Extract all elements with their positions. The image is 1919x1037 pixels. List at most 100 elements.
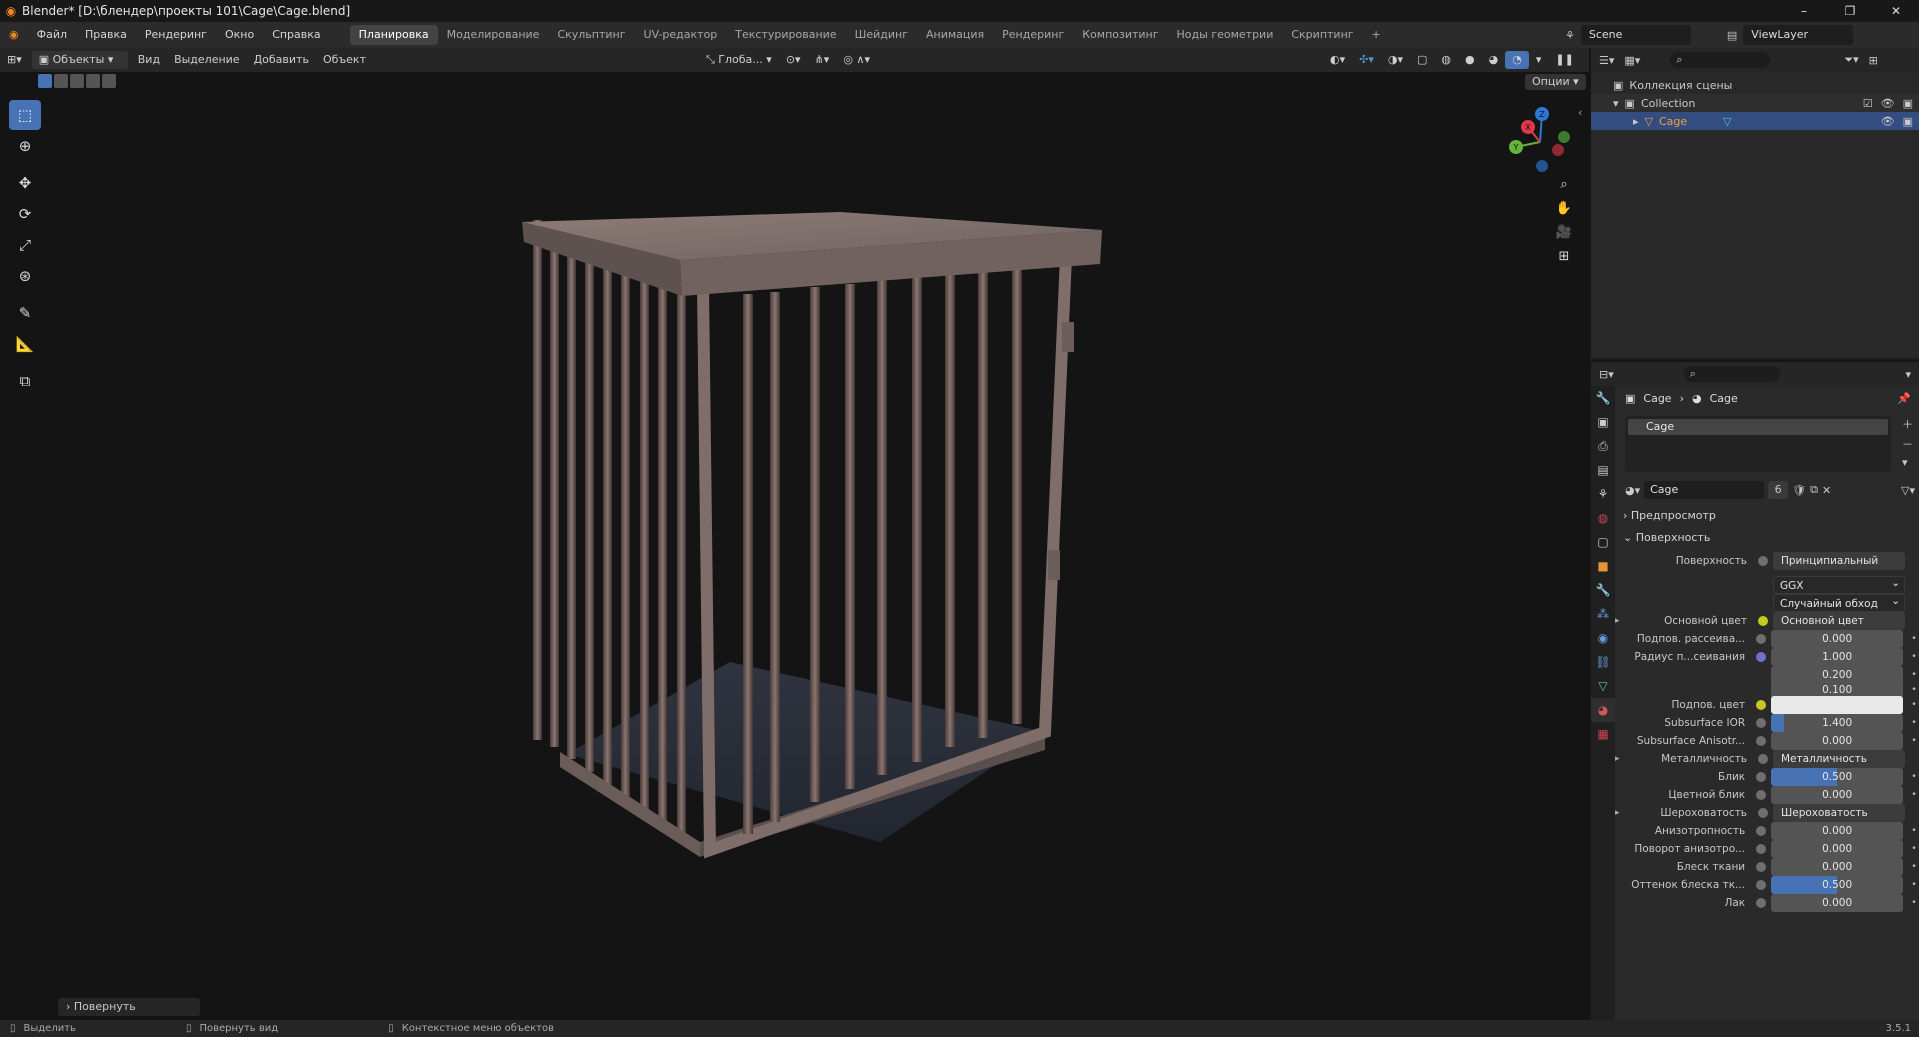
menu-render[interactable]: Рендеринг: [136, 22, 216, 48]
tab-texture-paint[interactable]: Текстурирование: [726, 25, 845, 45]
tab-compositing[interactable]: Композитинг: [1073, 25, 1167, 45]
scene-tab-icon[interactable]: ⚘: [1591, 482, 1615, 506]
camera-view-icon[interactable]: 🎥: [1552, 220, 1576, 244]
socket-link-icon[interactable]: [1758, 754, 1768, 764]
ortho-toggle-icon[interactable]: ⊞: [1552, 244, 1576, 268]
add-workspace-button[interactable]: +: [1363, 25, 1390, 45]
properties-options-icon[interactable]: ▾: [1905, 368, 1911, 381]
material-slot-item[interactable]: Cage: [1628, 419, 1888, 435]
socket-link-icon[interactable]: [1756, 862, 1767, 872]
tab-modeling[interactable]: Моделирование: [438, 25, 549, 45]
minimize-button[interactable]: –: [1781, 0, 1827, 22]
camera-icon[interactable]: ▣: [1903, 97, 1913, 110]
tab-sculpting[interactable]: Скульптинг: [548, 25, 634, 45]
keyframe-dot-icon[interactable]: •: [1909, 790, 1919, 800]
filter-icon[interactable]: ⏷▾: [1844, 53, 1858, 67]
menu-view[interactable]: Вид: [131, 51, 167, 69]
rotate-icon[interactable]: ⟳: [9, 199, 41, 229]
duplicate-material-icon[interactable]: ⧉: [1810, 483, 1818, 497]
modifier-tab-icon[interactable]: 🔧: [1591, 578, 1615, 602]
shading-solid-icon[interactable]: ●: [1458, 51, 1482, 69]
gizmo-toggle-icon[interactable]: ✣▾: [1352, 51, 1381, 69]
orientation-dropdown[interactable]: ⤡ Глоба... ▾: [699, 51, 779, 69]
navigation-gizmo[interactable]: Z Y X: [1500, 102, 1580, 182]
socket-link-icon[interactable]: [1756, 898, 1767, 908]
zoom-icon[interactable]: ⌕: [1552, 172, 1576, 196]
tab-scripting[interactable]: Скриптинг: [1282, 25, 1362, 45]
outliner-row-cage[interactable]: ▸ ▽ Cage ▽ 👁 ▣: [1591, 112, 1919, 130]
preview-section[interactable]: › Предпросмотр: [1623, 506, 1716, 526]
tab-animation[interactable]: Анимация: [917, 25, 993, 45]
material-name-field[interactable]: Cage: [1644, 481, 1765, 499]
gizmo-neg-z-axis[interactable]: [1536, 160, 1548, 172]
tab-geometry-nodes[interactable]: Ноды геометрии: [1168, 25, 1283, 45]
socket-link-icon[interactable]: [1756, 772, 1767, 782]
expand-socket-icon[interactable]: ▸: [1615, 754, 1625, 764]
measure-icon[interactable]: 📐: [9, 329, 41, 359]
camera-icon[interactable]: ▣: [1903, 115, 1913, 128]
tab-uv-editing[interactable]: UV-редактор: [635, 25, 727, 45]
editor-type-icon[interactable]: ⊞▾: [0, 51, 29, 69]
shading-options-icon[interactable]: ▾: [1529, 51, 1549, 69]
maximize-button[interactable]: ❐: [1827, 0, 1873, 22]
outliner-row-scene-collection[interactable]: ▣ Коллекция сцены: [1591, 76, 1919, 94]
linked-socket-field[interactable]: Принципиальный BSDF: [1773, 552, 1905, 570]
keyframe-dot-icon[interactable]: •: [1909, 898, 1919, 908]
slot-menu-icon[interactable]: ▾: [1902, 456, 1913, 469]
particles-tab-icon[interactable]: ⁂: [1591, 602, 1615, 626]
keyframe-dot-icon[interactable]: •: [1909, 862, 1919, 872]
keyframe-dot-icon[interactable]: •: [1909, 844, 1919, 854]
blender-menu-icon[interactable]: ◉: [0, 22, 28, 48]
menu-help[interactable]: Справка: [263, 22, 329, 48]
keyframe-dot-icon[interactable]: •: [1909, 634, 1919, 644]
chevron-right-icon[interactable]: ▸: [1633, 115, 1639, 128]
sidebar-toggle-icon[interactable]: ‹: [1578, 106, 1582, 119]
socket-link-icon[interactable]: [1756, 634, 1767, 644]
menu-select[interactable]: Выделение: [167, 51, 247, 69]
select-box-icon[interactable]: ⬚: [9, 100, 41, 130]
material-tab-icon[interactable]: ◕: [1591, 698, 1615, 722]
texture-tab-icon[interactable]: ▦: [1591, 722, 1615, 746]
menu-window[interactable]: Окно: [216, 22, 263, 48]
shading-rendered-icon[interactable]: ◔: [1505, 51, 1529, 69]
menu-file[interactable]: Файл: [28, 22, 76, 48]
socket-link-icon[interactable]: [1756, 652, 1767, 662]
menu-object[interactable]: Объект: [316, 51, 373, 69]
tab-shading[interactable]: Шейдинг: [846, 25, 917, 45]
xray-toggle-icon[interactable]: ▢: [1410, 51, 1434, 69]
keyframe-dot-icon[interactable]: •: [1909, 700, 1919, 710]
socket-link-icon[interactable]: [1756, 736, 1767, 746]
keyframe-dot-icon[interactable]: •: [1909, 736, 1919, 746]
scale-icon[interactable]: ⤢: [9, 230, 41, 260]
pivot-icon[interactable]: ⊙▾: [779, 51, 808, 69]
socket-link-icon[interactable]: [1758, 808, 1768, 818]
unlink-material-icon[interactable]: ✕: [1822, 484, 1831, 497]
surface-section[interactable]: ⌄ Поверхность: [1623, 528, 1710, 548]
constraints-tab-icon[interactable]: ⛓: [1591, 650, 1615, 674]
cursor-icon[interactable]: ⊕: [9, 131, 41, 161]
number-field[interactable]: 0.000: [1771, 894, 1904, 912]
tab-rendering[interactable]: Рендеринг: [993, 25, 1073, 45]
outliner-editor-type-icon[interactable]: ☰▾: [1599, 54, 1614, 67]
world-tab-icon[interactable]: ◍: [1591, 506, 1615, 530]
menu-edit[interactable]: Правка: [76, 22, 136, 48]
keyframe-dot-icon[interactable]: •: [1909, 652, 1919, 662]
close-button[interactable]: ✕: [1873, 0, 1919, 22]
overlay-toggle-icon[interactable]: ◑▾: [1381, 51, 1410, 69]
socket-link-icon[interactable]: [1758, 556, 1768, 566]
properties-editor-type-icon[interactable]: ⊟▾: [1599, 368, 1614, 381]
pin-icon[interactable]: 📌: [1897, 392, 1911, 405]
add-cube-icon[interactable]: ⧉: [9, 366, 41, 396]
3d-viewport[interactable]: Опции ▾ Z Y X ⌕ ✋ 🎥 ⊞ ‹ › Повернуть: [0, 72, 1589, 1020]
socket-link-icon[interactable]: [1756, 700, 1767, 710]
socket-link-icon[interactable]: [1756, 718, 1767, 728]
socket-link-icon[interactable]: [1756, 844, 1767, 854]
expand-socket-icon[interactable]: ▸: [1615, 616, 1625, 626]
outliner-search-input[interactable]: ⌕: [1670, 52, 1771, 68]
new-collection-icon[interactable]: ⊞: [1869, 54, 1878, 67]
properties-search-input[interactable]: ⌕: [1683, 366, 1780, 382]
menu-add[interactable]: Добавить: [247, 51, 316, 69]
checkbox-icon[interactable]: ☑: [1863, 97, 1873, 110]
snap-icon[interactable]: ⋔▾: [808, 51, 837, 69]
view-layer-tab-icon[interactable]: ▤: [1591, 458, 1615, 482]
